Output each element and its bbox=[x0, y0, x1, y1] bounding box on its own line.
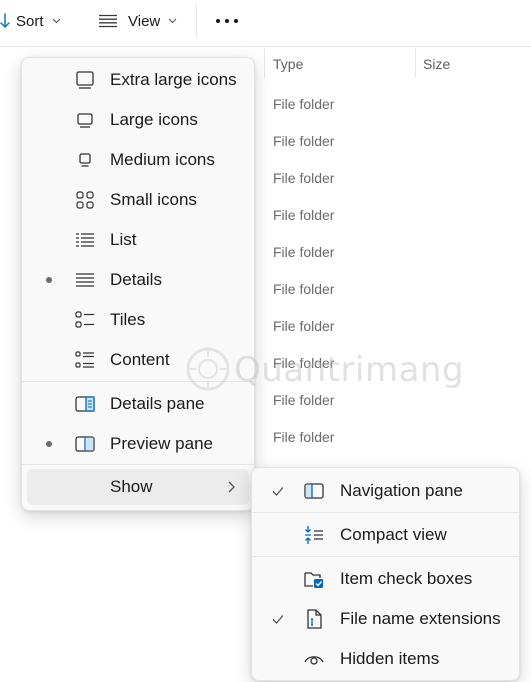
menu-item-label: Compact view bbox=[340, 525, 447, 544]
row-type[interactable]: File folder bbox=[273, 355, 334, 371]
large-icons-icon bbox=[74, 109, 96, 131]
row-type[interactable]: File folder bbox=[273, 133, 334, 149]
menu-item-file-name-extensions[interactable]: File name extensions bbox=[252, 600, 519, 638]
chevron-down-icon bbox=[52, 18, 61, 24]
menu-item-label: Details pane bbox=[110, 394, 205, 413]
menu-separator bbox=[22, 464, 254, 465]
row-type[interactable]: File folder bbox=[273, 170, 334, 186]
menu-item-show[interactable]: Show bbox=[27, 469, 249, 505]
menu-item-details-pane[interactable]: Details pane bbox=[22, 385, 254, 423]
row-type[interactable]: File folder bbox=[273, 318, 334, 334]
chevron-down-icon bbox=[168, 18, 177, 24]
menu-item-small-icons[interactable]: Small icons bbox=[22, 181, 254, 219]
menu-item-preview-pane[interactable]: Preview pane bbox=[22, 425, 254, 463]
menu-item-label: Show bbox=[110, 477, 153, 496]
sort-arrow-icon bbox=[0, 13, 10, 29]
menu-separator bbox=[22, 381, 254, 382]
toolbar-divider bbox=[0, 46, 531, 47]
checkmark-icon bbox=[270, 611, 286, 627]
watermark-text: Quantrimang bbox=[234, 350, 465, 390]
column-divider[interactable] bbox=[264, 48, 265, 78]
view-label: View bbox=[128, 12, 161, 30]
menu-item-large-icons[interactable]: Large icons bbox=[22, 101, 254, 139]
menu-item-label: Large icons bbox=[110, 110, 198, 129]
menu-item-label: Item check boxes bbox=[340, 569, 473, 588]
preview-pane-icon bbox=[74, 433, 96, 455]
row-type[interactable]: File folder bbox=[273, 281, 334, 297]
menu-item-label: Navigation pane bbox=[340, 481, 463, 500]
extra-large-icons-icon bbox=[74, 69, 96, 91]
menu-separator bbox=[252, 512, 519, 513]
menu-item-label: Tiles bbox=[110, 310, 146, 329]
menu-item-content[interactable]: Content bbox=[22, 341, 254, 379]
chevron-right-icon bbox=[227, 480, 237, 494]
column-header-size[interactable]: Size bbox=[423, 56, 450, 72]
selected-bullet-icon bbox=[46, 441, 52, 447]
hidden-items-icon bbox=[303, 648, 325, 670]
menu-item-label: Hidden items bbox=[340, 649, 440, 668]
compact-view-icon bbox=[303, 524, 325, 546]
row-type[interactable]: File folder bbox=[273, 392, 334, 408]
details-icon bbox=[74, 269, 96, 291]
menu-item-compact-view[interactable]: Compact view bbox=[252, 516, 519, 554]
selected-bullet-icon bbox=[46, 277, 52, 283]
menu-item-navigation-pane[interactable]: Navigation pane bbox=[252, 472, 519, 510]
menu-item-list[interactable]: List bbox=[22, 221, 254, 259]
small-icons-icon bbox=[74, 189, 96, 211]
menu-item-label: Preview pane bbox=[110, 434, 214, 453]
menu-item-label: Medium icons bbox=[110, 150, 215, 169]
view-button[interactable]: View bbox=[98, 10, 177, 32]
menu-item-label: Details bbox=[110, 270, 162, 289]
medium-icons-icon bbox=[74, 149, 96, 171]
menu-item-medium-icons[interactable]: Medium icons bbox=[22, 141, 254, 179]
menu-item-label: File name extensions bbox=[340, 609, 501, 628]
row-type[interactable]: File folder bbox=[273, 429, 334, 445]
row-type[interactable]: File folder bbox=[273, 244, 334, 260]
item-check-boxes-icon bbox=[303, 568, 325, 590]
content-icon bbox=[74, 349, 96, 371]
more-icon bbox=[215, 18, 239, 24]
menu-item-hidden-items[interactable]: Hidden items bbox=[252, 640, 519, 678]
toolbar-separator bbox=[196, 4, 197, 38]
column-header-type[interactable]: Type bbox=[273, 56, 303, 72]
menu-separator bbox=[252, 556, 519, 557]
navigation-pane-icon bbox=[303, 480, 325, 502]
menu-item-label: Content bbox=[110, 350, 170, 369]
view-lines-icon bbox=[98, 14, 118, 28]
row-type[interactable]: File folder bbox=[273, 207, 334, 223]
tiles-icon bbox=[74, 309, 96, 331]
show-submenu: Navigation pane Compact view Item check … bbox=[251, 467, 520, 681]
command-bar: Sort View bbox=[0, 0, 531, 44]
sort-button[interactable]: Sort bbox=[0, 10, 61, 32]
menu-item-item-check-boxes[interactable]: Item check boxes bbox=[252, 560, 519, 598]
menu-item-label: Extra large icons bbox=[110, 70, 237, 89]
menu-item-tiles[interactable]: Tiles bbox=[22, 301, 254, 339]
column-divider[interactable] bbox=[415, 48, 416, 78]
menu-item-extra-large-icons[interactable]: Extra large icons bbox=[22, 61, 254, 99]
file-name-extensions-icon bbox=[303, 608, 325, 630]
sort-label: Sort bbox=[16, 12, 44, 30]
row-type[interactable]: File folder bbox=[273, 96, 334, 112]
view-menu: Extra large icons Large icons Medium ico… bbox=[21, 57, 255, 511]
list-icon bbox=[74, 229, 96, 251]
checkmark-icon bbox=[270, 483, 286, 499]
more-options-button[interactable] bbox=[215, 10, 239, 32]
menu-item-details[interactable]: Details bbox=[22, 261, 254, 299]
menu-item-label: Small icons bbox=[110, 190, 197, 209]
details-pane-icon bbox=[74, 393, 96, 415]
menu-item-label: List bbox=[110, 230, 137, 249]
